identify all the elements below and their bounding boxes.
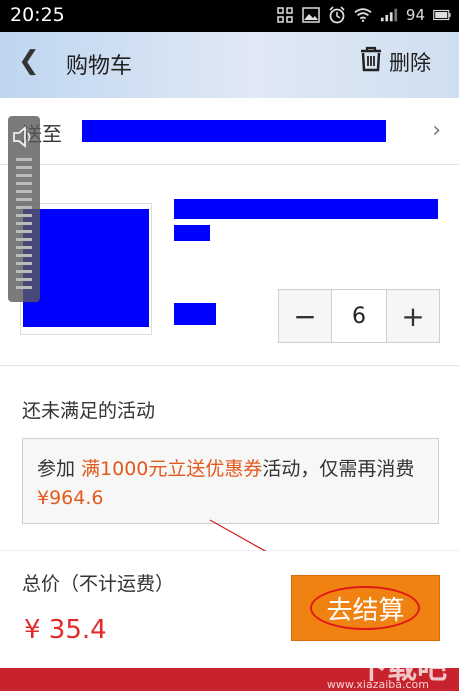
decrease-button[interactable]: − [279, 290, 331, 342]
watermark-url: www.xiazaiba.com [326, 678, 429, 691]
battery-level: 94 [405, 6, 425, 24]
checkout-button[interactable]: 去结算 [291, 575, 440, 641]
back-button[interactable]: ❮ [18, 46, 40, 76]
grid-icon [276, 6, 294, 24]
quantity-value[interactable]: 6 [331, 290, 387, 342]
image-icon [302, 6, 320, 24]
volume-tick [16, 246, 32, 249]
promo-title: 还未满足的活动 [22, 400, 156, 422]
checkout-label: 去结算 [326, 595, 405, 626]
address-row[interactable]: 送至 › [0, 98, 459, 165]
cart-item: − 6 + [0, 165, 459, 366]
quantity-stepper: − 6 + [278, 289, 440, 343]
volume-tick [16, 270, 32, 273]
speaker-icon [12, 126, 36, 152]
address-redacted [82, 120, 386, 142]
signal-icon [380, 6, 398, 24]
product-price-redacted [174, 303, 216, 325]
promo-text-mid: 活动，仅需再消费 [262, 458, 415, 480]
header-bar: ❮ 购物车 删除 [0, 32, 459, 99]
total-label: 总价（不计运费） [22, 573, 175, 595]
promo-section: 还未满足的活动 参加 满1000元立送优惠券活动，仅需再消费 ¥964.6 [0, 366, 459, 550]
page-title: 购物车 [66, 54, 133, 79]
volume-tick [16, 286, 32, 289]
product-title-redacted-line1[interactable] [174, 199, 438, 219]
chevron-right-icon: › [432, 118, 441, 143]
trash-icon [359, 46, 383, 77]
product-image-redacted [23, 209, 149, 327]
volume-tick [16, 238, 32, 241]
volume-tick [16, 174, 32, 177]
volume-tick [16, 206, 32, 209]
delete-label: 删除 [389, 50, 431, 75]
volume-tick [16, 214, 32, 217]
volume-tick [16, 278, 32, 281]
status-time: 20:25 [10, 4, 65, 26]
product-title-redacted-line2 [174, 225, 210, 241]
total-price: ¥ 35.4 [24, 615, 107, 645]
volume-tick [16, 222, 32, 225]
delete-button[interactable]: 删除 [359, 46, 431, 77]
promo-amount: ¥964.6 [37, 487, 104, 509]
alarm-icon [328, 6, 346, 24]
battery-icon [433, 6, 451, 24]
volume-tick [16, 198, 32, 201]
volume-tick [16, 182, 32, 185]
volume-tick [16, 158, 32, 161]
volume-tick [16, 190, 32, 193]
volume-tick [16, 166, 32, 169]
status-icons: 94 [276, 6, 451, 24]
increase-button[interactable]: + [387, 290, 439, 342]
volume-tick [16, 262, 32, 265]
promo-highlight: 满1000元立送优惠券 [81, 458, 263, 480]
promo-box[interactable]: 参加 满1000元立送优惠券活动，仅需再消费 ¥964.6 [22, 438, 439, 524]
promo-text-prefix: 参加 [37, 458, 82, 480]
status-bar: 20:25 94 [0, 0, 459, 32]
volume-tick [16, 254, 32, 257]
volume-overlay [8, 116, 40, 302]
volume-tick [16, 230, 32, 233]
wifi-icon [354, 6, 372, 24]
